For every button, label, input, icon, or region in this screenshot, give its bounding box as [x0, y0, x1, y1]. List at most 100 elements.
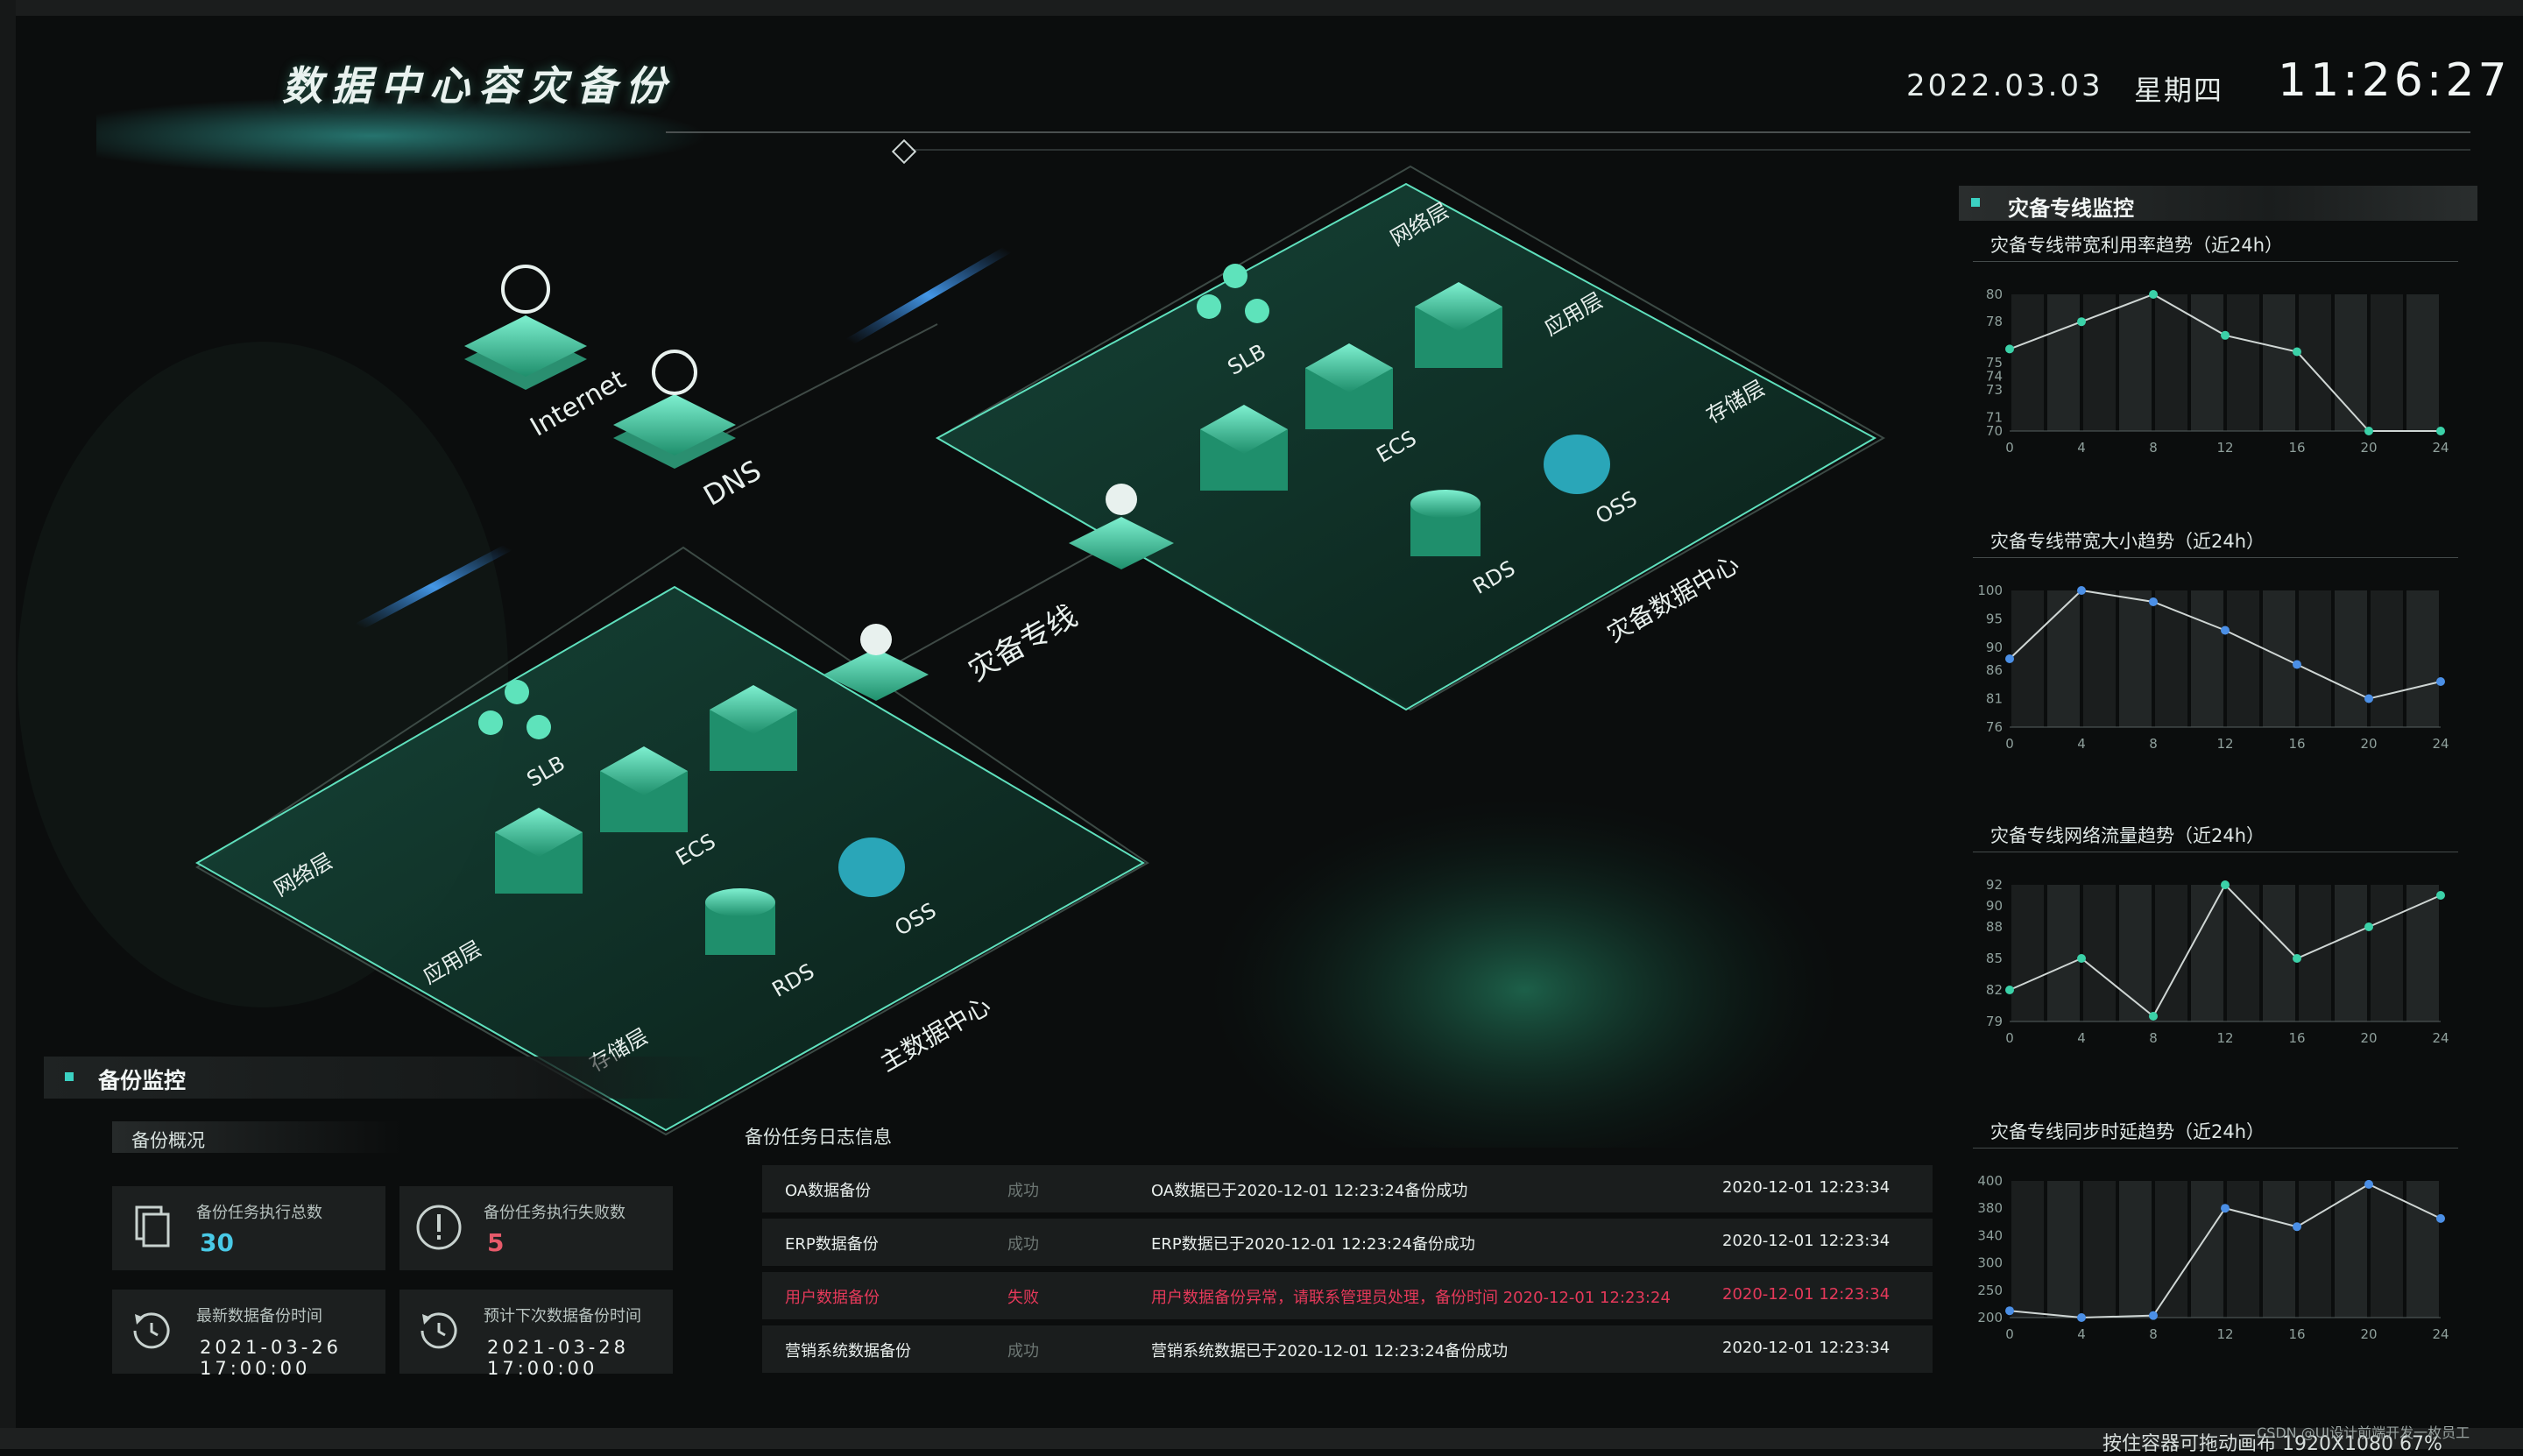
y-tick-label: 90: [1986, 640, 2003, 655]
y-tick-label: 70: [1986, 423, 2003, 439]
internet-node[interactable]: [464, 265, 587, 390]
page-title: 数据中心容灾备份: [282, 62, 675, 110]
chart-grid-band: [2263, 590, 2295, 727]
log-time: 2020-12-01 12:23:34: [1722, 1178, 1890, 1197]
y-tick-label: 81: [1986, 691, 2003, 707]
y-tick-label: 75: [1986, 355, 2003, 371]
log-row[interactable]: ERP数据备份 成功 ERP数据已于2020-12-01 12:23:24备份成…: [762, 1219, 1933, 1266]
right-panel-header: 灾备专线监控: [1959, 186, 2477, 221]
y-tick-label: 100: [1977, 583, 2003, 598]
y-tick-label: 85: [1986, 951, 2003, 966]
schedule-clock-icon: [420, 1312, 457, 1349]
y-tick-label: 80: [1986, 286, 2003, 302]
dr-oss-node[interactable]: [1544, 435, 1610, 494]
y-tick-label: 82: [1986, 982, 2003, 998]
stat-card-total: 备份任务执行总数 30: [112, 1186, 385, 1270]
chart-grid-band: [2406, 1181, 2439, 1318]
data-point: [2005, 344, 2014, 354]
y-tick-label: 200: [1977, 1310, 2003, 1325]
stat-label: 预计下次数据备份时间: [484, 1307, 641, 1325]
x-tick-label: 24: [2432, 1030, 2449, 1046]
log-row-error[interactable]: 用户数据备份 失败 用户数据备份异常，请联系管理员处理，备份时间 2020-12…: [762, 1272, 1933, 1319]
chart-latency[interactable]: 200 250 300 340 380 400 0 4 8 12 16 20 24: [1971, 1169, 2462, 1344]
chart-grid-band: [2299, 590, 2331, 727]
x-tick-label: 8: [2149, 440, 2158, 456]
x-tick-label: 0: [2005, 1326, 2014, 1342]
data-point: [2364, 427, 2373, 435]
y-tick-label: 88: [1986, 919, 2003, 935]
log-task: 用户数据备份: [785, 1289, 880, 1307]
log-status: 成功: [1007, 1235, 1039, 1254]
chart-grid-band: [2406, 294, 2439, 431]
chart-grid-band: [2119, 590, 2152, 727]
stat-card-failed: 备份任务执行失败数 5: [399, 1186, 673, 1270]
x-tick-label: 16: [2288, 1326, 2305, 1342]
data-point: [2293, 954, 2301, 963]
chart-grid-band: [2047, 1181, 2080, 1318]
log-message: OA数据已于2020-12-01 12:23:24备份成功: [1151, 1182, 1468, 1200]
header-weekday: 星期四: [2134, 74, 2224, 107]
y-tick-label: 92: [1986, 877, 2003, 893]
stat-value: 2021-03-26 17:00:00: [200, 1337, 343, 1379]
chart-grid-band: [2299, 294, 2331, 431]
data-point: [2149, 1012, 2158, 1021]
dr-rds-node[interactable]: [1410, 490, 1481, 556]
footer-credit: CSDN @UI设计前端开发一枚员工: [2257, 1424, 2470, 1441]
log-status: 失败: [1007, 1289, 1039, 1307]
chart-grid-band: [2227, 885, 2259, 1021]
data-point: [2077, 317, 2086, 327]
chart-grid-band: [2119, 294, 2152, 431]
y-tick-label: 79: [1986, 1014, 2003, 1029]
main-oss-node[interactable]: [838, 838, 905, 897]
x-tick-label: 12: [2216, 736, 2233, 752]
x-tick-label: 20: [2360, 736, 2377, 752]
header-divider: [666, 131, 2470, 133]
chart-grid-band: [2047, 885, 2080, 1021]
chart-grid-band: [2263, 294, 2295, 431]
backup-panel-header: 备份监控: [44, 1057, 710, 1099]
chart-utilization[interactable]: 70 71 73 74 75 78 80 0 4 8 12 16 20 24: [1971, 282, 2462, 457]
data-point: [2293, 1222, 2301, 1232]
chart-grid-band: [2047, 294, 2080, 431]
log-row[interactable]: 营销系统数据备份 成功 营销系统数据已于2020-12-01 12:23:24备…: [762, 1325, 1933, 1373]
chart-grid-band: [2263, 1181, 2295, 1318]
x-tick-label: 8: [2149, 1030, 2158, 1046]
data-point: [2436, 677, 2445, 686]
chart-divider: [1973, 261, 2458, 262]
chart-grid-band: [2083, 1181, 2116, 1318]
chart-grid-band: [2371, 1181, 2403, 1318]
y-tick-label: 74: [1986, 369, 2003, 385]
dns-label: DNS: [698, 454, 767, 512]
chart-title-utilization: 灾备专线带宽利用率趋势（近24h）: [1990, 235, 2284, 256]
data-point: [2364, 694, 2373, 703]
dns-node[interactable]: [613, 350, 736, 469]
chart-grid-band: [2083, 590, 2116, 727]
log-row[interactable]: OA数据备份 成功 OA数据已于2020-12-01 12:23:24备份成功 …: [762, 1165, 1933, 1212]
chart-grid-band: [2406, 590, 2439, 727]
data-point: [2436, 1213, 2445, 1223]
y-tick-label: 340: [1977, 1227, 2003, 1243]
y-tick-label: 400: [1977, 1173, 2003, 1189]
x-tick-label: 4: [2077, 1326, 2086, 1342]
main-rds-node[interactable]: [705, 888, 775, 955]
data-point: [2221, 880, 2230, 889]
chart-grid-band: [2227, 1181, 2259, 1318]
data-point: [2364, 922, 2373, 931]
chart-grid-band: [2011, 294, 2044, 431]
x-tick-label: 0: [2005, 1030, 2014, 1046]
chart-grid-band: [2371, 885, 2403, 1021]
y-tick-label: 250: [1977, 1283, 2003, 1298]
chart-traffic[interactable]: 79 82 85 88 90 92 0 4 8 12 16 20 24: [1971, 873, 2462, 1048]
data-point: [2436, 891, 2445, 900]
map-texture-right: [1209, 797, 1840, 1183]
chart-grid-band: [2227, 294, 2259, 431]
chart-bandwidth[interactable]: 76 81 86 90 95 100 0 4 8 12 16 20 24: [1971, 578, 2462, 753]
y-tick-label: 76: [1986, 719, 2003, 735]
chart-grid-band: [2155, 885, 2187, 1021]
stat-value: 30: [200, 1228, 234, 1257]
log-message: 用户数据备份异常，请联系管理员处理，备份时间 2020-12-01 12:23:…: [1151, 1289, 1671, 1307]
x-tick-label: 24: [2432, 736, 2449, 752]
x-tick-label: 24: [2432, 1326, 2449, 1342]
stat-label: 备份任务执行总数: [196, 1204, 322, 1222]
topology-diagram[interactable]: Internet DNS 灾备专线 SLB ECS RDS OSS 网络层 应用…: [0, 149, 1945, 1183]
